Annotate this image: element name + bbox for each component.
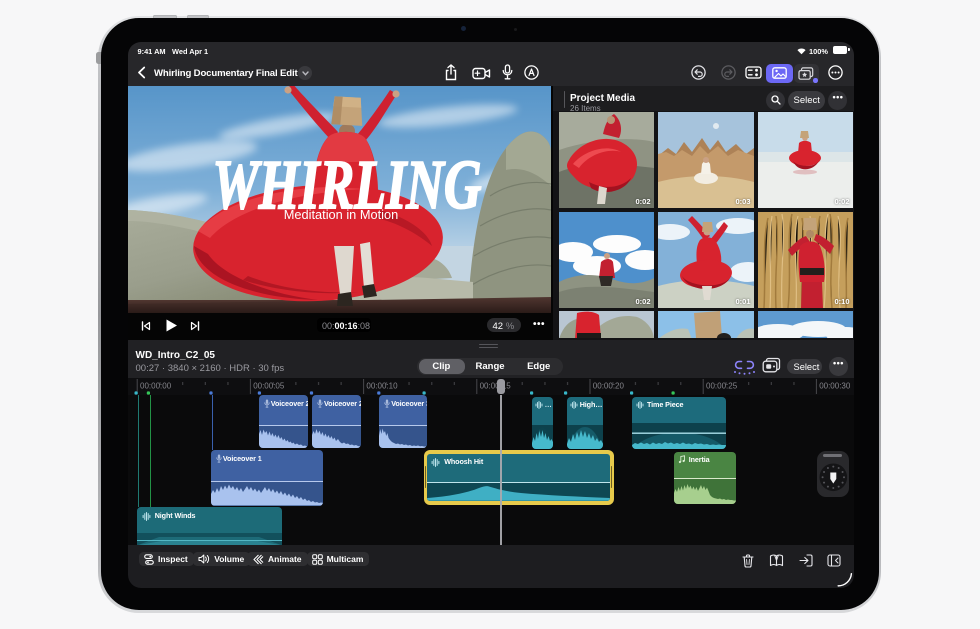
svg-text:00:00:05: 00:00:05 — [253, 382, 285, 391]
svg-text:00:00:10: 00:00:10 — [366, 382, 398, 391]
svg-text:00:00:25: 00:00:25 — [706, 382, 738, 391]
svg-text:00:00:30: 00:00:30 — [819, 382, 851, 391]
svg-text:00:00:15: 00:00:15 — [480, 382, 512, 391]
svg-text:Meditation in Motion: Meditation in Motion — [284, 207, 399, 222]
svg-text:00:00:00: 00:00:00 — [140, 382, 172, 391]
svg-text:00:00:20: 00:00:20 — [593, 382, 625, 391]
